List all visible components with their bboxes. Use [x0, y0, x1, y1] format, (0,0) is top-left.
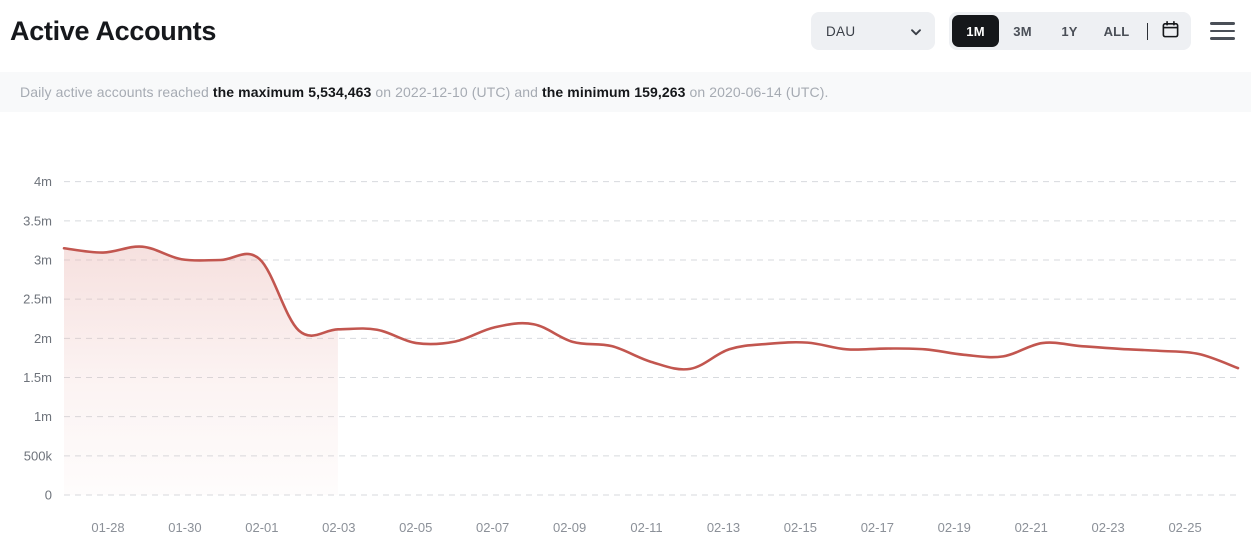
header-controls: DAU 1M 3M 1Y ALL	[811, 12, 1237, 50]
page-title: Active Accounts	[10, 15, 217, 46]
range-button-3m[interactable]: 3M	[999, 15, 1046, 47]
x-axis-tick-label: 02-13	[707, 520, 740, 535]
active-accounts-line-chart[interactable]: 0 500k 1m 1.5m 2m 2.5m 3m 3.5m 4m 01-28 01-30 02-0…	[0, 128, 1251, 547]
y-axis-tick-label: 1m	[34, 409, 52, 424]
y-axis-tick-label: 3m	[34, 253, 52, 268]
y-axis-tick-label: 2.5m	[23, 292, 52, 307]
calendar-icon-button[interactable]	[1157, 16, 1183, 46]
x-axis-tick-label: 02-15	[784, 520, 817, 535]
time-range-group: 1M 3M 1Y ALL	[949, 12, 1191, 50]
x-axis-tick-label: 02-09	[553, 520, 586, 535]
x-axis-tick-label: 02-23	[1092, 520, 1125, 535]
x-axis-tick-label: 02-05	[399, 520, 432, 535]
summary-banner: Daily active accounts reached the maximu…	[0, 72, 1251, 112]
x-axis-tick-label: 01-30	[168, 520, 201, 535]
x-axis-tick-label: 02-17	[861, 520, 894, 535]
summary-prefix: Daily active accounts reached	[20, 84, 213, 100]
chart-x-axis-labels: 01-28 01-30 02-01 02-03 02-05 02-07 02-09 02-11…	[91, 520, 1201, 535]
range-button-1m[interactable]: 1M	[952, 15, 999, 47]
metric-select[interactable]: DAU	[811, 12, 935, 50]
y-axis-tick-label: 0	[45, 488, 52, 503]
y-axis-tick-label: 4m	[34, 174, 52, 189]
chart-area[interactable]: 0 500k 1m 1.5m 2m 2.5m 3m 3.5m 4m 01-28 01-30 02-0…	[0, 128, 1251, 547]
metric-select-value: DAU	[826, 23, 856, 39]
calendar-icon	[1161, 20, 1180, 42]
x-axis-tick-label: 02-03	[322, 520, 355, 535]
summary-min-label: the minimum 159,263	[542, 84, 686, 100]
x-axis-tick-label: 02-25	[1168, 520, 1201, 535]
x-axis-tick-label: 02-19	[938, 520, 971, 535]
range-button-1y[interactable]: 1Y	[1046, 15, 1093, 47]
hamburger-line-3	[1209, 37, 1235, 40]
hamburger-line-1	[1209, 22, 1235, 25]
x-axis-tick-label: 01-28	[91, 520, 124, 535]
x-axis-tick-label: 02-21	[1015, 520, 1048, 535]
y-axis-tick-label: 1.5m	[23, 370, 52, 385]
hamburger-menu-icon[interactable]	[1207, 16, 1237, 46]
summary-text: Daily active accounts reached the maximu…	[20, 84, 828, 100]
range-button-all[interactable]: ALL	[1093, 15, 1140, 47]
chevron-down-icon	[910, 25, 922, 37]
summary-suffix: on 2020-06-14 (UTC).	[685, 84, 829, 100]
summary-max-label: the maximum 5,534,463	[212, 84, 372, 100]
y-axis-tick-label: 2m	[34, 331, 52, 346]
page-header: Active Accounts DAU 1M 3M 1Y ALL	[0, 0, 1251, 62]
chart-area-fill	[64, 246, 338, 495]
active-accounts-page: Active Accounts DAU 1M 3M 1Y ALL Daily a…	[0, 0, 1251, 547]
hamburger-line-2	[1209, 29, 1235, 33]
range-divider	[1147, 22, 1148, 40]
x-axis-tick-label: 02-11	[630, 520, 662, 535]
x-axis-tick-label: 02-01	[245, 520, 278, 535]
chart-y-axis-labels: 0 500k 1m 1.5m 2m 2.5m 3m 3.5m 4m	[23, 174, 52, 502]
y-axis-tick-label: 500k	[24, 448, 53, 463]
y-axis-tick-label: 3.5m	[23, 213, 52, 228]
summary-mid: on 2022-12-10 (UTC) and	[371, 84, 542, 100]
x-axis-tick-label: 02-07	[476, 520, 509, 535]
